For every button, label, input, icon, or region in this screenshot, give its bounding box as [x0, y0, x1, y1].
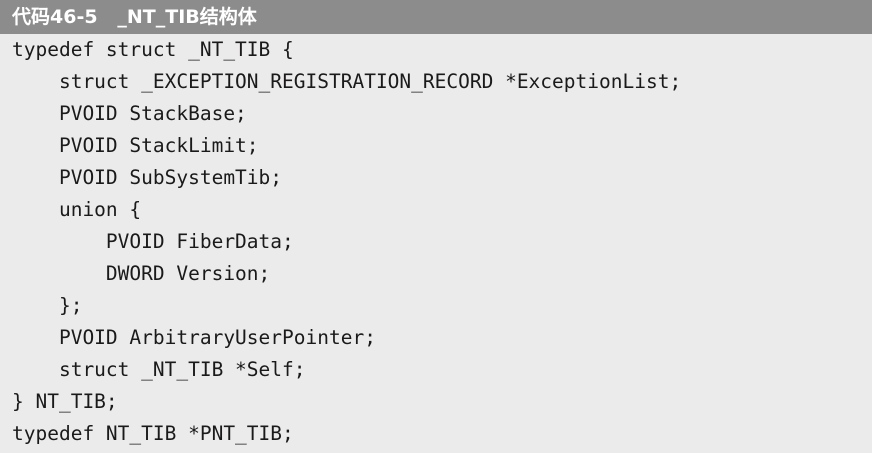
listing-caption: 代码46-5 _NT_TIB结构体 — [0, 0, 872, 34]
code-block: typedef struct _NT_TIB { struct _EXCEPTI… — [12, 34, 870, 450]
code-line-11: struct _NT_TIB *Self; — [12, 358, 306, 381]
code-line-13: typedef NT_TIB *PNT_TIB; — [12, 422, 294, 445]
code-line-6: union { — [12, 198, 142, 221]
code-line-8: DWORD Version; — [12, 262, 271, 285]
code-line-2: struct _EXCEPTION_REGISTRATION_RECORD *E… — [12, 70, 682, 93]
code-line-5: PVOID SubSystemTib; — [12, 166, 283, 189]
code-line-9: }; — [12, 294, 83, 317]
code-line-3: PVOID StackBase; — [12, 102, 247, 125]
code-line-1: typedef struct _NT_TIB { — [12, 38, 294, 61]
code-line-12: } NT_TIB; — [12, 390, 118, 413]
code-line-4: PVOID StackLimit; — [12, 134, 259, 157]
code-line-10: PVOID ArbitraryUserPointer; — [12, 326, 376, 349]
code-listing: 代码46-5 _NT_TIB结构体 typedef struct _NT_TIB… — [0, 0, 872, 453]
code-line-7: PVOID FiberData; — [12, 230, 294, 253]
